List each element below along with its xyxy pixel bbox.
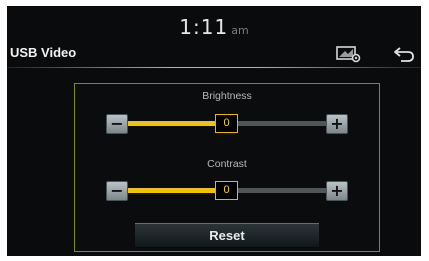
image-adjust-panel: Brightness − 0 + Contrast − 0 + Reset xyxy=(74,83,380,252)
brightness-rest xyxy=(227,121,326,126)
reset-button[interactable]: Reset xyxy=(135,223,319,248)
header-divider xyxy=(7,67,421,68)
contrast-increase-button[interactable]: + xyxy=(326,181,348,201)
brightness-label: Brightness xyxy=(202,90,252,102)
clock-time: 1:11 xyxy=(179,15,229,39)
back-button[interactable] xyxy=(391,43,419,65)
brightness-slider: − 0 + xyxy=(106,113,348,135)
brightness-decrease-button[interactable]: − xyxy=(106,114,128,134)
contrast-decrease-button[interactable]: − xyxy=(106,181,128,201)
contrast-fill xyxy=(128,188,227,193)
contrast-rest xyxy=(227,188,326,193)
brightness-value[interactable]: 0 xyxy=(215,114,238,133)
contrast-value[interactable]: 0 xyxy=(215,181,238,200)
contrast-slider: − 0 + xyxy=(106,180,348,202)
header-bar: USB Video xyxy=(7,43,421,67)
contrast-label: Contrast xyxy=(207,158,247,170)
back-arrow-icon xyxy=(394,47,414,62)
page-title: USB Video xyxy=(10,45,77,60)
brightness-increase-button[interactable]: + xyxy=(326,114,348,134)
usb-video-screen: 1:11 am USB Video Brightness − 0 + Contr… xyxy=(7,6,421,256)
brightness-fill xyxy=(128,121,227,126)
clock-ampm: am xyxy=(231,24,249,37)
status-clock: 1:11 am xyxy=(7,15,421,39)
display-settings-button[interactable] xyxy=(335,43,363,65)
display-settings-icon xyxy=(336,46,361,63)
